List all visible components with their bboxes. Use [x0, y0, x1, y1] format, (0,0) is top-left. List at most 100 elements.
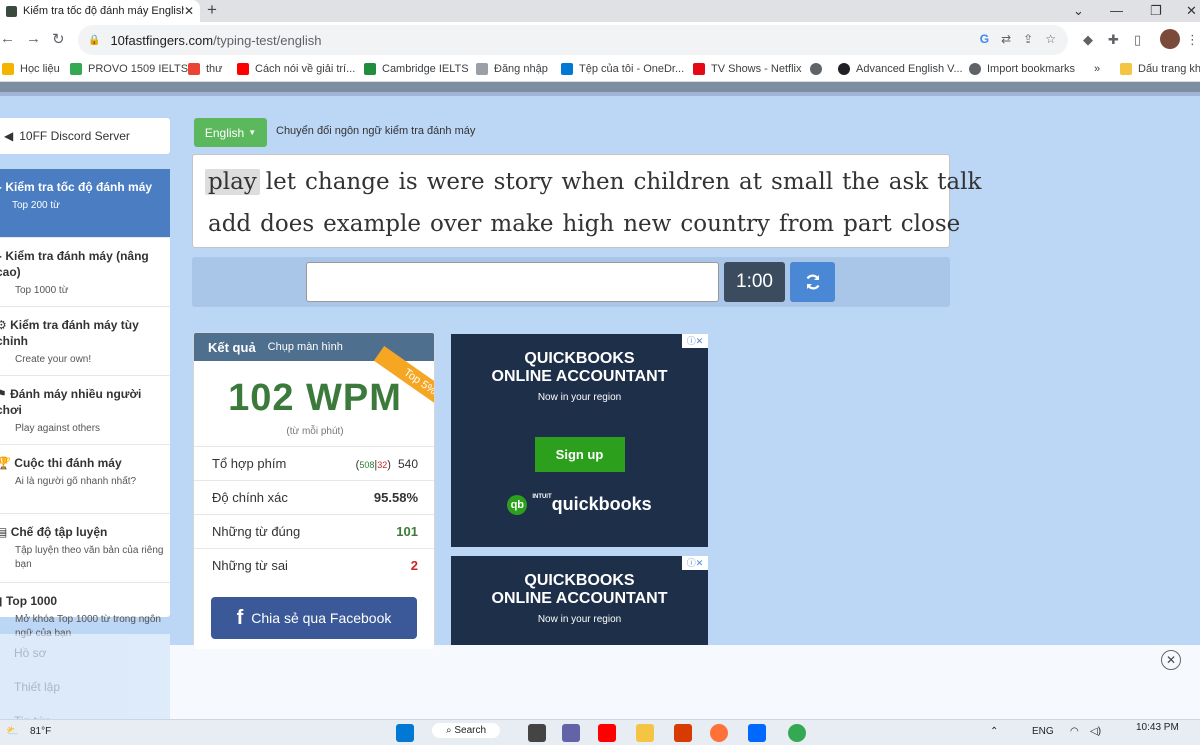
- accuracy-label: Độ chính xác: [212, 490, 288, 505]
- menu-icon[interactable]: ⋮: [1186, 32, 1199, 48]
- file-explorer-icon[interactable]: [636, 724, 654, 742]
- gear-icon: [969, 63, 981, 75]
- minimize-icon[interactable]: —: [1110, 0, 1123, 22]
- quickbooks-logo-icon: qb: [507, 495, 528, 516]
- sidebar-item-practice[interactable]: ▤ Chế độ tập luyện Tập luyện theo văn bả…: [0, 514, 170, 583]
- tray-chevron-icon[interactable]: ⌃: [990, 726, 998, 737]
- ad-banner[interactable]: ⓘ✕ QUICKBOOKS ONLINE ACCOUNTANT Now in y…: [451, 556, 708, 645]
- task-view-icon[interactable]: [528, 724, 546, 742]
- browser-tab[interactable]: Kiểm tra tốc độ đánh máy English ✕: [0, 0, 200, 22]
- ad-title-line2: ONLINE ACCOUNTANT: [491, 368, 668, 385]
- google-icon[interactable]: G: [980, 32, 989, 46]
- keystrokes-row: Tổ hợp phím (508|32) 540: [194, 446, 434, 480]
- sidebar-item-settings[interactable]: Thiết lập: [0, 668, 170, 702]
- sidebar-item-typing-test[interactable]: ▸ Kiểm tra tốc độ đánh máy Top 200 từ: [0, 169, 170, 238]
- chrome-icon[interactable]: [788, 724, 806, 742]
- zalo-icon[interactable]: [748, 724, 766, 742]
- correct-words-value: 101: [396, 524, 418, 539]
- bookmark-item[interactable]: Advanced English V...: [838, 63, 963, 75]
- wpm-value: 102 WPM: [228, 377, 402, 419]
- youtube-taskbar-icon[interactable]: [598, 724, 616, 742]
- netflix-icon: [693, 63, 705, 75]
- restart-button[interactable]: [790, 262, 835, 302]
- timer: 1:00: [724, 262, 785, 302]
- taskbar-search[interactable]: ⌕ Search: [432, 723, 501, 738]
- ad-brand-small: INTUIT: [532, 494, 552, 500]
- word: change: [305, 169, 390, 195]
- discord-server-link[interactable]: ◀ 10FF Discord Server: [0, 118, 170, 154]
- sidebar-item-multiplayer[interactable]: ⚑ Đánh máy nhiều người chơi Play against…: [0, 376, 170, 445]
- profile-avatar[interactable]: [1160, 29, 1180, 49]
- sidebar-item-sub: Tập luyện theo văn bản của riêng bạn: [15, 545, 164, 570]
- wifi-icon[interactable]: ◠: [1070, 726, 1079, 737]
- keystrokes-value: (508|32) 540: [355, 456, 418, 471]
- sticky-ad-overlay: [170, 645, 1200, 719]
- word-display: play let change is were story when children at sm…: [192, 154, 981, 248]
- windows-start-icon[interactable]: [396, 724, 414, 742]
- ad-choices-icon[interactable]: ⓘ✕: [682, 556, 708, 570]
- word: add: [208, 211, 252, 237]
- language-button[interactable]: English ▼: [194, 118, 267, 147]
- url-field[interactable]: 🔒 10fastfingers.com/typing-test/english …: [78, 25, 1068, 55]
- back-icon[interactable]: ←: [0, 30, 15, 47]
- bookmark-star-icon[interactable]: ☆: [1045, 32, 1056, 46]
- new-tab-icon[interactable]: +: [207, 0, 217, 20]
- sidebar-item-sub: Create your own!: [15, 354, 92, 365]
- reload-page-icon[interactable]: ↻: [52, 30, 65, 48]
- extension-icon[interactable]: ◆: [1083, 32, 1093, 48]
- bookmark-item[interactable]: PROVO 1509 IELTS: [70, 63, 188, 75]
- bookmark-item[interactable]: thư: [188, 63, 223, 75]
- bookmark-item[interactable]: Tệp của tôi - OneDr...: [561, 63, 684, 75]
- ad-brand-name: quickbooks: [551, 494, 652, 514]
- sidebar-item-competition[interactable]: 🏆 Cuộc thi đánh máy Ai là người gõ nhanh…: [0, 445, 170, 514]
- weather-icon[interactable]: ⛅: [6, 726, 18, 737]
- more-bookmarks-icon[interactable]: »: [1094, 63, 1100, 75]
- word: close: [900, 211, 961, 237]
- correct-words-row: Những từ đúng 101: [194, 514, 434, 548]
- clock-time[interactable]: 10:43 PM: [1136, 722, 1179, 733]
- side-panel-icon[interactable]: ▯: [1134, 32, 1141, 48]
- sidebar-item-sub: Top 1000 từ: [15, 285, 69, 296]
- typing-input[interactable]: [306, 262, 719, 302]
- sidebar-item-custom-test[interactable]: ⚙ Kiểm tra đánh máy tùy chỉnh Create you…: [0, 307, 170, 376]
- sidebar-item-sub: Play against others: [15, 423, 101, 434]
- forward-icon[interactable]: →: [26, 30, 41, 47]
- youtube-icon: [237, 63, 249, 75]
- bookmark-item[interactable]: Đăng nhập: [476, 63, 548, 75]
- wrong-words-row: Những từ sai 2: [194, 548, 434, 582]
- volume-icon[interactable]: ◁): [1090, 726, 1101, 737]
- firefox-icon[interactable]: [710, 724, 728, 742]
- taskbar-search-label: Search: [454, 725, 487, 736]
- ad-choices-icon[interactable]: ⓘ✕: [682, 334, 708, 348]
- bookmark-item[interactable]: Import bookmarks: [969, 63, 1075, 75]
- bookmark-item[interactable]: Cambridge IELTS: [364, 63, 469, 75]
- sidebar-item-sub: Top 200 từ: [12, 200, 60, 211]
- ad-title-line1: QUICKBOOKS: [524, 572, 635, 589]
- bookmark-item[interactable]: Học liệu: [2, 63, 60, 75]
- translate-icon[interactable]: ⇄: [1001, 32, 1011, 46]
- tab-search-icon[interactable]: ⌄: [1073, 0, 1084, 22]
- bookmark-item[interactable]: Cách nói về giải trí...: [237, 63, 355, 75]
- other-bookmarks-folder[interactable]: Dấu trang khác: [1120, 63, 1200, 75]
- restore-icon[interactable]: ❐: [1150, 0, 1162, 22]
- share-facebook-button[interactable]: f Chia sẻ qua Facebook: [211, 597, 417, 639]
- close-window-icon[interactable]: ✕: [1186, 0, 1197, 22]
- close-tab-icon[interactable]: ✕: [184, 4, 194, 18]
- close-ad-icon[interactable]: ✕: [1161, 650, 1181, 670]
- share-icon[interactable]: ⇪: [1023, 32, 1033, 46]
- sidebar-item-profile[interactable]: Hồ sơ: [0, 634, 170, 668]
- office-icon[interactable]: [674, 724, 692, 742]
- ad-banner[interactable]: ⓘ✕ QUICKBOOKS ONLINE ACCOUNTANT Now in y…: [451, 334, 708, 547]
- teams-icon[interactable]: [562, 724, 580, 742]
- sidebar-item-title: Đánh máy nhiều người chơi: [0, 387, 142, 417]
- sidebar-item-advanced-test[interactable]: ▸ Kiểm tra đánh máy (nâng cao) Top 1000 …: [0, 238, 170, 307]
- input-language[interactable]: ENG: [1032, 726, 1054, 737]
- advanced-english-icon: [838, 63, 850, 75]
- ad-signup-button[interactable]: Sign up: [534, 437, 625, 472]
- extensions-puzzle-icon[interactable]: ✚: [1108, 32, 1119, 48]
- tab-strip: Kiểm tra tốc độ đánh máy English ✕ + ⌄ —…: [0, 0, 1200, 22]
- screenshot-link[interactable]: Chụp màn hình: [268, 341, 343, 353]
- sidebar-item-title: Chế độ tập luyện: [10, 525, 108, 539]
- bookmark-item[interactable]: TV Shows - Netflix: [693, 63, 801, 75]
- bookmark-item[interactable]: [810, 63, 828, 75]
